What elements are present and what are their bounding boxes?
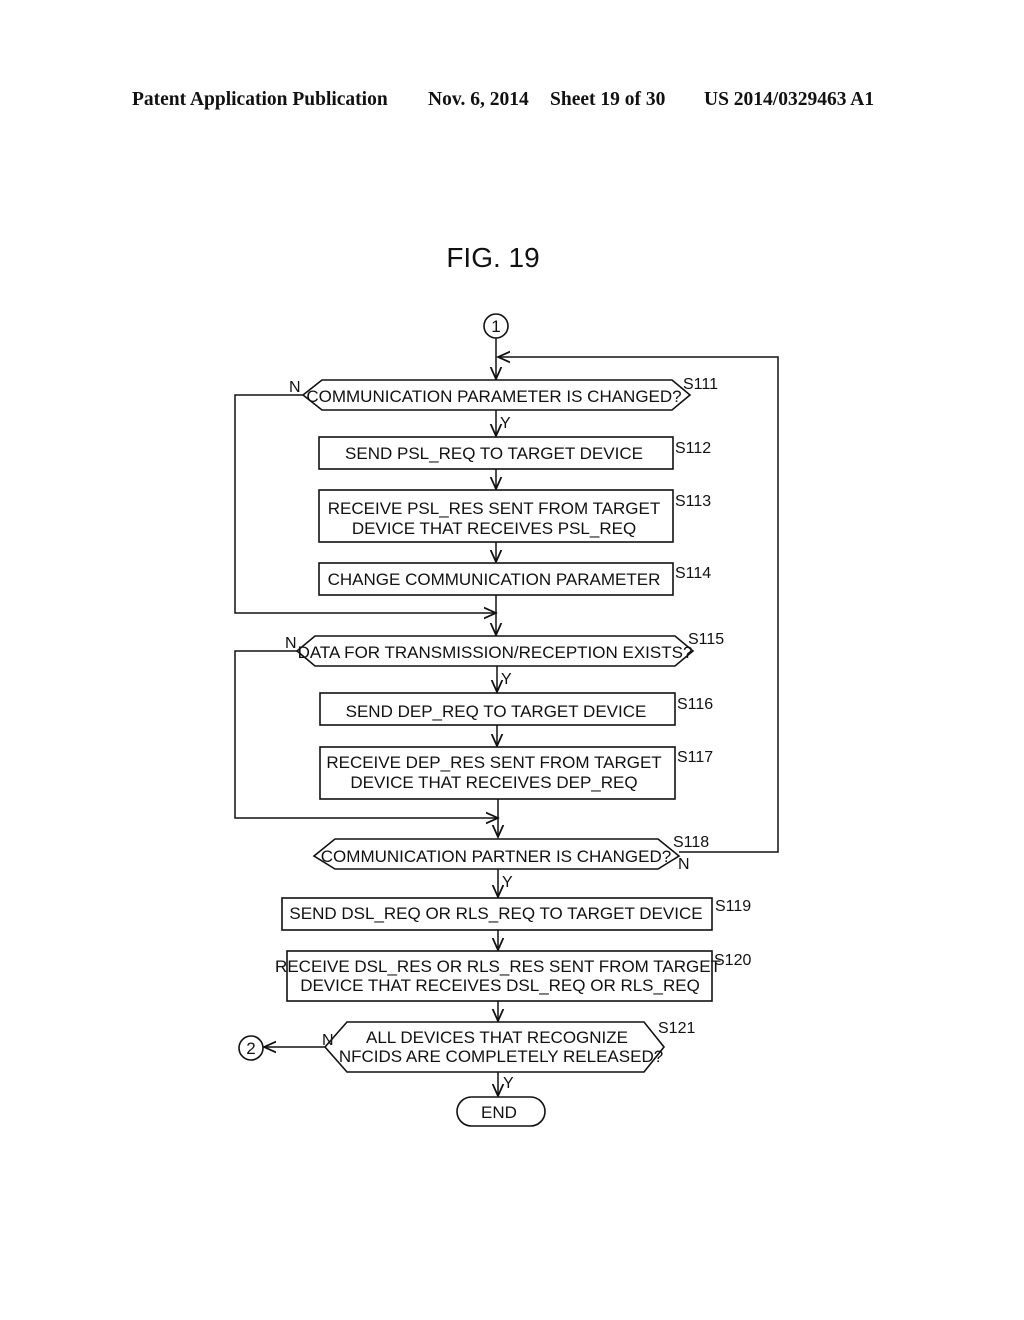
step-s120-text-line2: DEVICE THAT RECEIVES DSL_REQ OR RLS_REQ: [300, 976, 700, 995]
step-s119: SEND DSL_REQ OR RLS_REQ TO TARGET DEVICE…: [281, 897, 751, 931]
step-s121-text-line2: NFCIDS ARE COMPLETELY RELEASED?: [339, 1047, 663, 1066]
step-s121-text-line1: ALL DEVICES THAT RECOGNIZE: [366, 1028, 628, 1047]
step-s112-id: S112: [675, 440, 711, 457]
step-s112-text: SEND PSL_REQ TO TARGET DEVICE: [345, 444, 643, 463]
exit-connector-label: 2: [246, 1039, 255, 1058]
step-s121: ALL DEVICES THAT RECOGNIZE NFCIDS ARE CO…: [323, 1020, 695, 1073]
step-s121-id: S121: [658, 1020, 695, 1037]
step-s112: SEND PSL_REQ TO TARGET DEVICE S112: [318, 436, 711, 470]
step-s113-text-line1: RECEIVE PSL_RES SENT FROM TARGET: [328, 499, 661, 518]
step-s113-id: S113: [675, 493, 711, 510]
step-s118-id: S118: [673, 834, 709, 851]
step-s117: RECEIVE DEP_RES SENT FROM TARGET DEVICE …: [319, 746, 713, 800]
flowchart: 1 COMMUNICATION PARAMETER IS CHANGED? S1…: [234, 313, 779, 1127]
step-s111-id: S111: [683, 376, 718, 393]
step-s118: COMMUNICATION PARTNER IS CHANGED? S118: [312, 834, 709, 870]
end-terminal-label: END: [481, 1103, 517, 1122]
start-connector: 1: [483, 313, 509, 339]
s111-yes-label: Y: [500, 415, 511, 432]
step-s114: CHANGE COMMUNICATION PARAMETER S114: [318, 562, 711, 596]
step-s111: COMMUNICATION PARAMETER IS CHANGED? S111: [301, 376, 718, 411]
step-s113: RECEIVE PSL_RES SENT FROM TARGET DEVICE …: [318, 489, 711, 543]
step-s120: RECEIVE DSL_RES OR RLS_RES SENT FROM TAR…: [275, 950, 751, 1002]
step-s115-id: S115: [688, 631, 724, 648]
step-s117-text-line1: RECEIVE DEP_RES SENT FROM TARGET: [326, 753, 661, 772]
step-s115: DATA FOR TRANSMISSION/RECEPTION EXISTS? …: [295, 631, 724, 667]
start-connector-label: 1: [491, 317, 500, 336]
exit-connector: 2: [238, 1035, 264, 1061]
s118-no-label: N: [678, 856, 690, 873]
step-s119-id: S119: [715, 898, 751, 915]
step-s118-text: COMMUNICATION PARTNER IS CHANGED?: [321, 847, 671, 866]
step-s115-text: DATA FOR TRANSMISSION/RECEPTION EXISTS?: [298, 643, 693, 662]
step-s114-id: S114: [675, 565, 711, 582]
step-s119-text: SEND DSL_REQ OR RLS_REQ TO TARGET DEVICE: [289, 904, 702, 923]
step-s120-text-line1: RECEIVE DSL_RES OR RLS_RES SENT FROM TAR…: [275, 957, 721, 976]
s115-no-label: N: [285, 635, 297, 652]
step-s113-text-line2: DEVICE THAT RECEIVES PSL_REQ: [352, 519, 636, 538]
end-terminal: END: [456, 1096, 546, 1127]
step-s114-text: CHANGE COMMUNICATION PARAMETER: [328, 570, 661, 589]
s115-yes-label: Y: [501, 671, 512, 688]
s118-yes-label: Y: [502, 874, 513, 891]
step-s111-text: COMMUNICATION PARAMETER IS CHANGED?: [306, 387, 681, 406]
s111-no-label: N: [289, 379, 301, 396]
step-s116-text: SEND DEP_REQ TO TARGET DEVICE: [346, 702, 647, 721]
step-s120-id: S120: [714, 952, 751, 969]
step-s117-id: S117: [677, 749, 713, 766]
step-s117-text-line2: DEVICE THAT RECEIVES DEP_REQ: [350, 773, 637, 792]
step-s116: SEND DEP_REQ TO TARGET DEVICE S116: [319, 692, 713, 726]
s121-yes-label: Y: [503, 1075, 514, 1092]
step-s116-id: S116: [677, 696, 713, 713]
